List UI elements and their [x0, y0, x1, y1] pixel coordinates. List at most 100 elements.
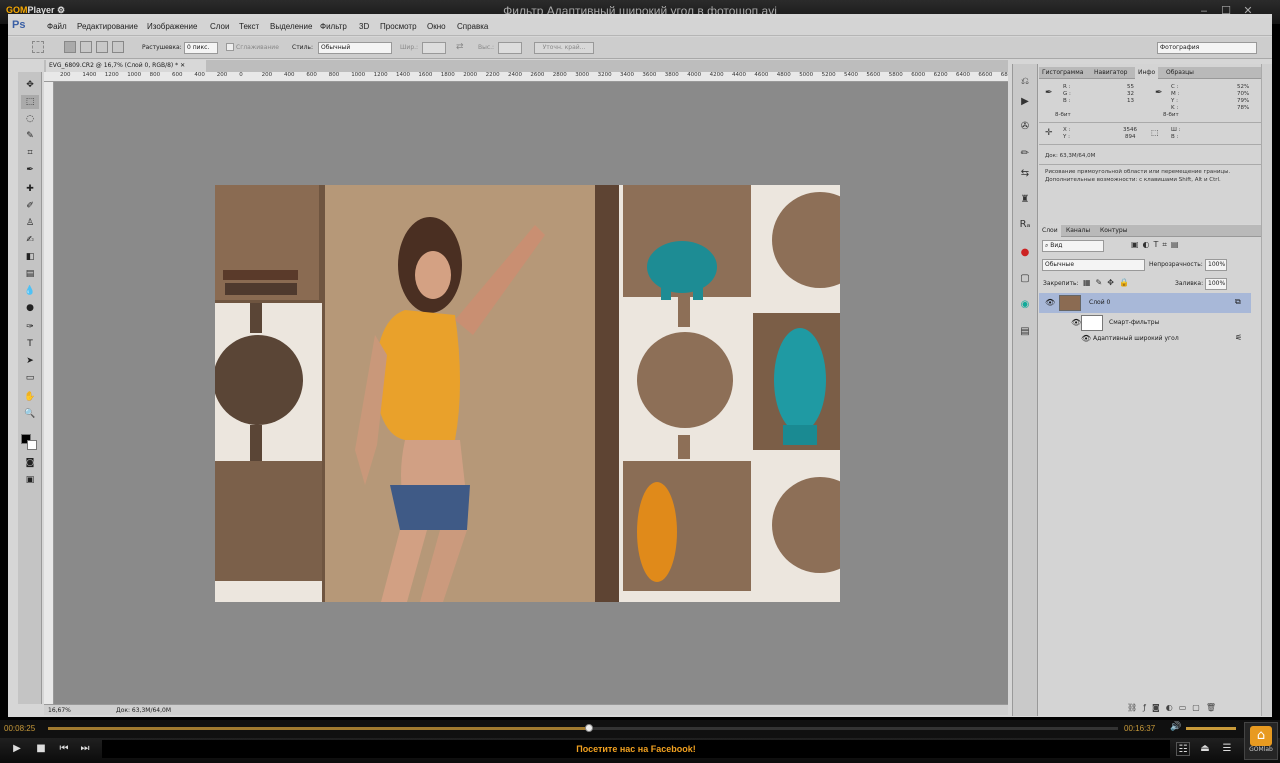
actions-play-icon[interactable]: ▶	[1017, 95, 1033, 109]
style-select[interactable]: Обычный	[318, 42, 392, 54]
marquee-tool-icon[interactable]: ⬚	[21, 95, 39, 109]
stamp-tool-icon[interactable]: ♙	[21, 216, 39, 230]
eye-icon[interactable]: 👁	[1045, 298, 1055, 307]
lasso-tool-icon[interactable]: ◌	[21, 112, 39, 126]
crop-tool-icon[interactable]: ⌗	[21, 146, 39, 160]
menu-filter[interactable]: Фильтр	[320, 22, 347, 31]
menu-file[interactable]: Файл	[47, 22, 67, 31]
next-icon[interactable]: ⏭	[78, 742, 92, 756]
eye-icon[interactable]: 👁	[1081, 334, 1091, 343]
zoom-level[interactable]: 16,67%	[48, 705, 71, 716]
menu-edit[interactable]: Редактирование	[77, 22, 138, 31]
subtract-selection-icon[interactable]	[96, 41, 108, 53]
history-brush-icon[interactable]: ✍	[21, 233, 39, 247]
volume-slider[interactable]	[1186, 727, 1236, 730]
path-select-icon[interactable]: ➤	[21, 354, 39, 368]
3d-icon[interactable]: ◉	[1017, 298, 1033, 312]
stop-icon[interactable]: ■	[34, 742, 48, 756]
refine-edge-button[interactable]: Уточн. край...	[534, 42, 594, 54]
styles-icon[interactable]: ●	[1017, 246, 1033, 260]
layer-footer-icons[interactable]: ⛓ƒ◙◐▭▢🗑	[1127, 703, 1222, 712]
feather-input[interactable]: 0 пикс.	[184, 42, 218, 54]
filter-name[interactable]: Адаптивный широкий угол	[1093, 335, 1179, 342]
adjustments-icon[interactable]: ⇆	[1017, 167, 1033, 181]
panel-scrollbar[interactable]	[1261, 64, 1272, 716]
background-color-swatch[interactable]	[27, 440, 37, 450]
layer-filter-icons[interactable]: ▣◐T⌗▤	[1131, 240, 1183, 250]
document-photo[interactable]	[215, 185, 840, 602]
menu-layers[interactable]: Слои	[210, 22, 229, 31]
tab-paths[interactable]: Контуры	[1097, 225, 1130, 237]
x-value: 3546	[1123, 127, 1137, 133]
brush-tool-icon[interactable]: ✐	[21, 199, 39, 213]
antialias-checkbox[interactable]	[226, 43, 234, 51]
width-input[interactable]	[422, 42, 446, 54]
menu-3d[interactable]: 3D	[359, 22, 369, 31]
screen-mode-icon[interactable]: ▣	[21, 473, 39, 487]
opacity-input[interactable]: 100%	[1205, 259, 1227, 271]
blend-mode-select[interactable]: Обычные	[1042, 259, 1145, 271]
quick-mask-icon[interactable]: ◙	[21, 456, 39, 470]
intersect-selection-icon[interactable]	[112, 41, 124, 53]
layer-comps-icon[interactable]: ▤	[1017, 325, 1033, 339]
menu-text[interactable]: Текст	[239, 22, 259, 31]
zoom-tool-icon[interactable]: 🔍	[21, 407, 39, 421]
tab-layers[interactable]: Слои	[1039, 225, 1061, 237]
shape-tool-icon[interactable]: ▭	[21, 371, 39, 385]
eyedropper-icon[interactable]: ✒	[21, 163, 39, 177]
pen-tool-icon[interactable]: ✑	[21, 320, 39, 334]
document-tab[interactable]: EVG_6809.CR2 @ 16,7% (Слой 0, RGB/8) * ✕	[46, 60, 206, 72]
marquee-tool-preset-icon[interactable]	[32, 41, 44, 53]
menu-window[interactable]: Окно	[427, 22, 446, 31]
width-label: Шир.:	[400, 44, 419, 51]
eraser-tool-icon[interactable]: ◧	[21, 250, 39, 264]
move-tool-icon[interactable]: ✥	[21, 78, 39, 92]
menu-view[interactable]: Просмотр	[380, 22, 417, 31]
volume-icon[interactable]: 🔊	[1170, 722, 1181, 732]
blur-tool-icon[interactable]: 💧	[21, 284, 39, 298]
close-tab-icon[interactable]: ✕	[180, 62, 185, 69]
fill-input[interactable]: 100%	[1205, 278, 1227, 290]
healing-brush-icon[interactable]: ✚	[21, 182, 39, 196]
history-icon[interactable]: ⎌	[1017, 75, 1033, 89]
eye-icon[interactable]: 👁	[1071, 318, 1081, 327]
character-icon[interactable]: Rₐ	[1017, 218, 1033, 232]
menu-select[interactable]: Выделение	[270, 22, 312, 31]
layer-filter-select[interactable]: ⌕ Вид	[1042, 240, 1104, 252]
tab-swatches[interactable]: Образцы	[1163, 67, 1197, 79]
notes-icon[interactable]: ▢	[1017, 272, 1033, 286]
type-tool-icon[interactable]: T	[21, 337, 39, 351]
brush-presets-icon[interactable]: ✏	[1017, 147, 1033, 161]
tab-navigator[interactable]: Навигатор	[1091, 67, 1130, 79]
prev-icon[interactable]: ⏮	[57, 742, 71, 756]
menu-icon[interactable]: ☰	[1220, 742, 1234, 756]
ruler-tick-label: 3400	[620, 72, 634, 78]
gradient-tool-icon[interactable]: ▤	[21, 267, 39, 281]
dodge-tool-icon[interactable]: ●	[21, 301, 39, 315]
filter-row[interactable]: 👁 Адаптивный широкий угол ⚟	[1039, 329, 1251, 349]
new-selection-icon[interactable]	[64, 41, 76, 53]
add-selection-icon[interactable]	[80, 41, 92, 53]
equalizer-icon[interactable]: ☷	[1176, 742, 1190, 756]
gomlab-button[interactable]: ⌂ GOMlab	[1244, 722, 1278, 760]
clone-source-icon[interactable]: ♜	[1017, 193, 1033, 207]
hand-tool-icon[interactable]: ✋	[21, 390, 39, 404]
play-icon[interactable]: ▶	[10, 742, 24, 756]
menu-help[interactable]: Справка	[457, 22, 488, 31]
eject-icon[interactable]: ⏏	[1198, 742, 1212, 756]
layer-name[interactable]: Слой 0	[1089, 299, 1110, 306]
m-label: M :	[1171, 91, 1180, 97]
tab-info[interactable]: Инфо	[1135, 67, 1159, 79]
facebook-banner[interactable]: Посетите нас на Facebook!	[102, 740, 1170, 758]
filter-options-icon[interactable]: ⚟	[1235, 333, 1242, 342]
quick-select-icon[interactable]: ✎	[21, 129, 39, 143]
layer-row-layer0[interactable]: 👁 Слой 0 ⧉	[1039, 293, 1251, 313]
lock-icons[interactable]: ▦✎✥🔒	[1083, 278, 1134, 287]
tab-channels[interactable]: Каналы	[1063, 225, 1093, 237]
menu-image[interactable]: Изображение	[147, 22, 197, 31]
tab-histogram[interactable]: Гистограмма	[1039, 67, 1086, 79]
workspace-select[interactable]: Фотография	[1157, 42, 1257, 54]
height-input[interactable]	[498, 42, 522, 54]
color-wheel-icon[interactable]: ✇	[1017, 120, 1033, 134]
swap-icon[interactable]: ⇄	[456, 42, 464, 52]
